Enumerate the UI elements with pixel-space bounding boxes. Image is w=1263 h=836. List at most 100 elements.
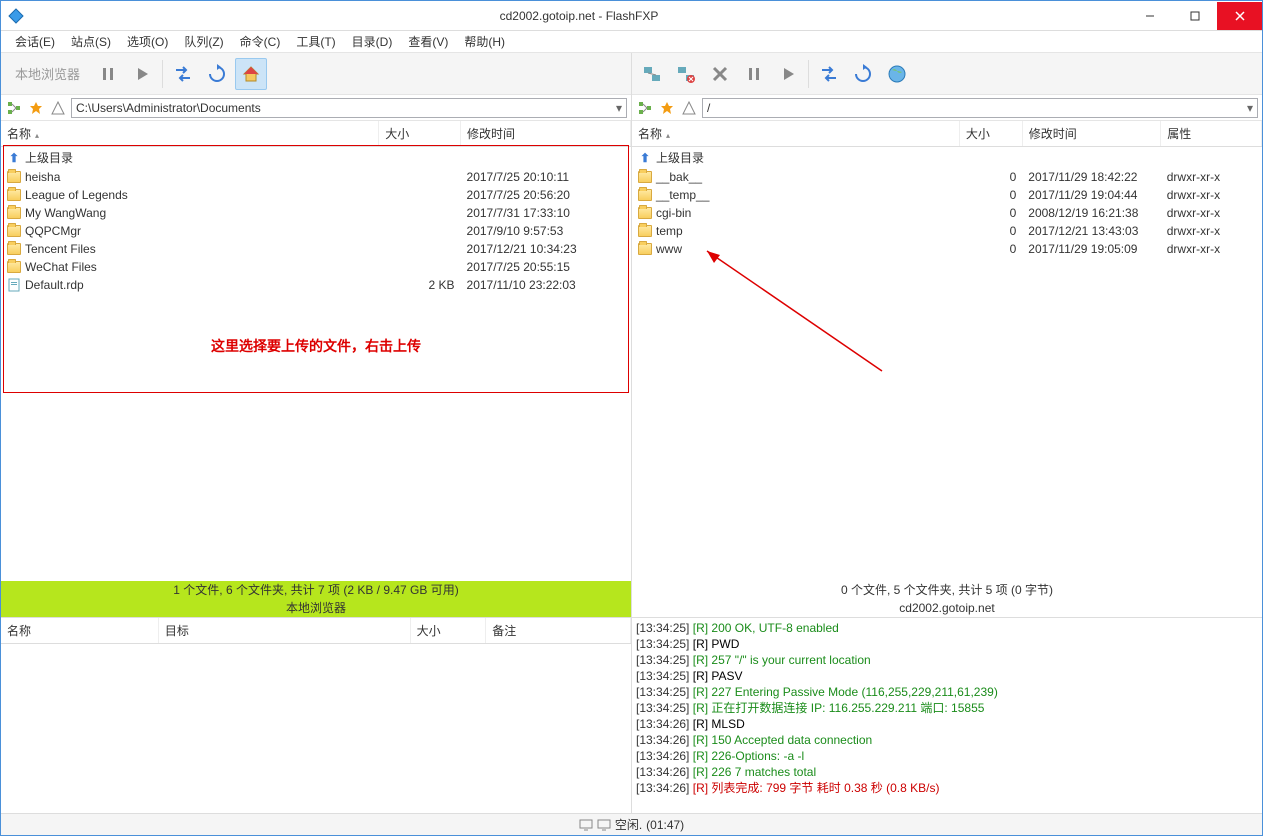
- menu-sites[interactable]: 站点(S): [65, 31, 117, 52]
- log-line: [13:34:25] [R] 227 Entering Passive Mode…: [636, 684, 1258, 700]
- menu-tools[interactable]: 工具(T): [290, 31, 341, 52]
- bookmark-icon[interactable]: [27, 99, 45, 117]
- menu-directory[interactable]: 目录(D): [346, 31, 399, 52]
- home-button[interactable]: [235, 58, 267, 90]
- file-row[interactable]: WeChat Files2017/7/25 20:55:15: [1, 258, 631, 276]
- folder-icon: [7, 207, 21, 219]
- local-toolbar: 本地浏览器: [1, 53, 631, 95]
- local-status-label: 本地浏览器: [1, 599, 631, 617]
- local-status-count: 1 个文件, 6 个文件夹, 共计 7 项 (2 KB / 9.47 GB 可用…: [1, 581, 631, 599]
- log-line: [13:34:25] [R] 257 "/" is your current l…: [636, 652, 1258, 668]
- connect-button[interactable]: [636, 58, 668, 90]
- local-path-text: C:\Users\Administrator\Documents: [76, 101, 261, 115]
- log-line: [13:34:25] [R] PWD: [636, 636, 1258, 652]
- file-row[interactable]: Tencent Files2017/12/21 10:34:23: [1, 240, 631, 258]
- parent-dir-row[interactable]: ⬆上级目录: [632, 147, 1262, 169]
- col-name[interactable]: 名称▴: [632, 121, 959, 147]
- up-arrow-icon: ⬆: [7, 151, 21, 165]
- menu-session[interactable]: 会话(E): [9, 31, 61, 52]
- folder-icon: [638, 171, 652, 183]
- log-line: [13:34:26] [R] MLSD: [636, 716, 1258, 732]
- remote-status-label: cd2002.gotoip.net: [632, 599, 1262, 617]
- disconnect-button[interactable]: [670, 58, 702, 90]
- file-row[interactable]: cgi-bin02008/12/19 16:21:38drwxr-xr-x: [632, 204, 1262, 222]
- menu-options[interactable]: 选项(O): [121, 31, 174, 52]
- annotation-text: 这里选择要上传的文件，右击上传: [4, 316, 628, 376]
- file-row[interactable]: League of Legends2017/7/25 20:56:20: [1, 186, 631, 204]
- file-row[interactable]: Default.rdp2 KB2017/11/10 23:22:03: [1, 276, 631, 294]
- col-size[interactable]: 大小: [959, 121, 1022, 147]
- menu-commands[interactable]: 命令(C): [234, 31, 287, 52]
- remote-path-input[interactable]: / ▾: [702, 98, 1258, 118]
- pause-button-remote[interactable]: [738, 58, 770, 90]
- up-arrow-icon: ⬆: [638, 151, 652, 165]
- globe-button[interactable]: [881, 58, 913, 90]
- transfer-button[interactable]: [167, 58, 199, 90]
- log-pane[interactable]: [13:34:25] [R] 200 OK, UTF-8 enabled[13:…: [632, 618, 1262, 813]
- log-line: [13:34:25] [R] PASV: [636, 668, 1258, 684]
- play-button-remote[interactable]: [772, 58, 804, 90]
- window-title: cd2002.gotoip.net - FlashFXP: [31, 9, 1127, 23]
- dropdown-icon[interactable]: ▾: [1247, 101, 1253, 115]
- queue-col-size[interactable]: 大小: [410, 618, 486, 644]
- bookmark-icon[interactable]: [658, 99, 676, 117]
- refresh-button[interactable]: [201, 58, 233, 90]
- col-attr[interactable]: 属性: [1161, 121, 1262, 147]
- remote-path-text: /: [707, 101, 710, 115]
- transfer-button-remote[interactable]: [813, 58, 845, 90]
- col-date[interactable]: 修改时间: [1022, 121, 1160, 147]
- maximize-button[interactable]: [1172, 2, 1217, 30]
- tree-icon[interactable]: [5, 99, 23, 117]
- file-row[interactable]: heisha2017/7/25 20:10:11: [1, 168, 631, 186]
- queue-col-note[interactable]: 备注: [486, 618, 631, 644]
- dropdown-icon[interactable]: ▾: [616, 101, 622, 115]
- queue-col-target[interactable]: 目标: [158, 618, 410, 644]
- menu-queue[interactable]: 队列(Z): [178, 31, 229, 52]
- parent-dir-row[interactable]: ⬆上级目录: [1, 147, 631, 169]
- log-line: [13:34:26] [R] 列表完成: 799 字节 耗时 0.38 秒 (0…: [636, 780, 1258, 796]
- local-file-list[interactable]: 名称▴ 大小 修改时间 ⬆上级目录heisha2017/7/25 20:10:1…: [1, 121, 631, 581]
- remote-pane: / ▾ 名称▴ 大小 修改时间 属性 ⬆上级目录__bak__02017/11/…: [632, 53, 1262, 617]
- folder-icon: [7, 243, 21, 255]
- status-time: (01:47): [646, 818, 684, 832]
- tree-icon[interactable]: [636, 99, 654, 117]
- col-name[interactable]: 名称▴: [1, 121, 379, 147]
- history-icon[interactable]: [680, 99, 698, 117]
- monitor-icon: [579, 819, 593, 831]
- refresh-button-remote[interactable]: [847, 58, 879, 90]
- log-line: [13:34:26] [R] 226-Options: -a -l: [636, 748, 1258, 764]
- local-status: 1 个文件, 6 个文件夹, 共计 7 项 (2 KB / 9.47 GB 可用…: [1, 581, 631, 617]
- col-date[interactable]: 修改时间: [461, 121, 631, 147]
- menu-help[interactable]: 帮助(H): [458, 31, 511, 52]
- play-button[interactable]: [126, 58, 158, 90]
- history-icon[interactable]: [49, 99, 67, 117]
- close-button[interactable]: [1217, 2, 1262, 30]
- file-row[interactable]: www02017/11/29 19:05:09drwxr-xr-x: [632, 240, 1262, 258]
- remote-file-list[interactable]: 名称▴ 大小 修改时间 属性 ⬆上级目录__bak__02017/11/29 1…: [632, 121, 1262, 581]
- file-row[interactable]: __bak__02017/11/29 18:42:22drwxr-xr-x: [632, 168, 1262, 186]
- folder-icon: [7, 261, 21, 273]
- folder-icon: [7, 171, 21, 183]
- log-line: [13:34:26] [R] 226 7 matches total: [636, 764, 1258, 780]
- log-line: [13:34:25] [R] 200 OK, UTF-8 enabled: [636, 620, 1258, 636]
- file-row[interactable]: My WangWang2017/7/31 17:33:10: [1, 204, 631, 222]
- app-icon: [1, 8, 31, 24]
- pause-button[interactable]: [92, 58, 124, 90]
- local-pathbar: C:\Users\Administrator\Documents ▾: [1, 95, 631, 121]
- abort-button[interactable]: [704, 58, 736, 90]
- minimize-button[interactable]: [1127, 2, 1172, 30]
- folder-icon: [638, 243, 652, 255]
- menu-view[interactable]: 查看(V): [402, 31, 454, 52]
- monitor-icon-2: [597, 819, 611, 831]
- file-row[interactable]: temp02017/12/21 13:43:03drwxr-xr-x: [632, 222, 1262, 240]
- remote-toolbar: [632, 53, 1262, 95]
- file-row[interactable]: QQPCMgr2017/9/10 9:57:53: [1, 222, 631, 240]
- remote-status-count: 0 个文件, 5 个文件夹, 共计 5 项 (0 字节): [632, 581, 1262, 599]
- col-size[interactable]: 大小: [379, 121, 461, 147]
- local-path-input[interactable]: C:\Users\Administrator\Documents ▾: [71, 98, 627, 118]
- queue-pane[interactable]: 名称 目标 大小 备注: [1, 618, 632, 813]
- local-pane: 本地浏览器 C:\Users\Administrator\Documents ▾: [1, 53, 632, 617]
- queue-col-name[interactable]: 名称: [1, 618, 158, 644]
- file-row[interactable]: __temp__02017/11/29 19:04:44drwxr-xr-x: [632, 186, 1262, 204]
- local-browser-label: 本地浏览器: [15, 64, 80, 83]
